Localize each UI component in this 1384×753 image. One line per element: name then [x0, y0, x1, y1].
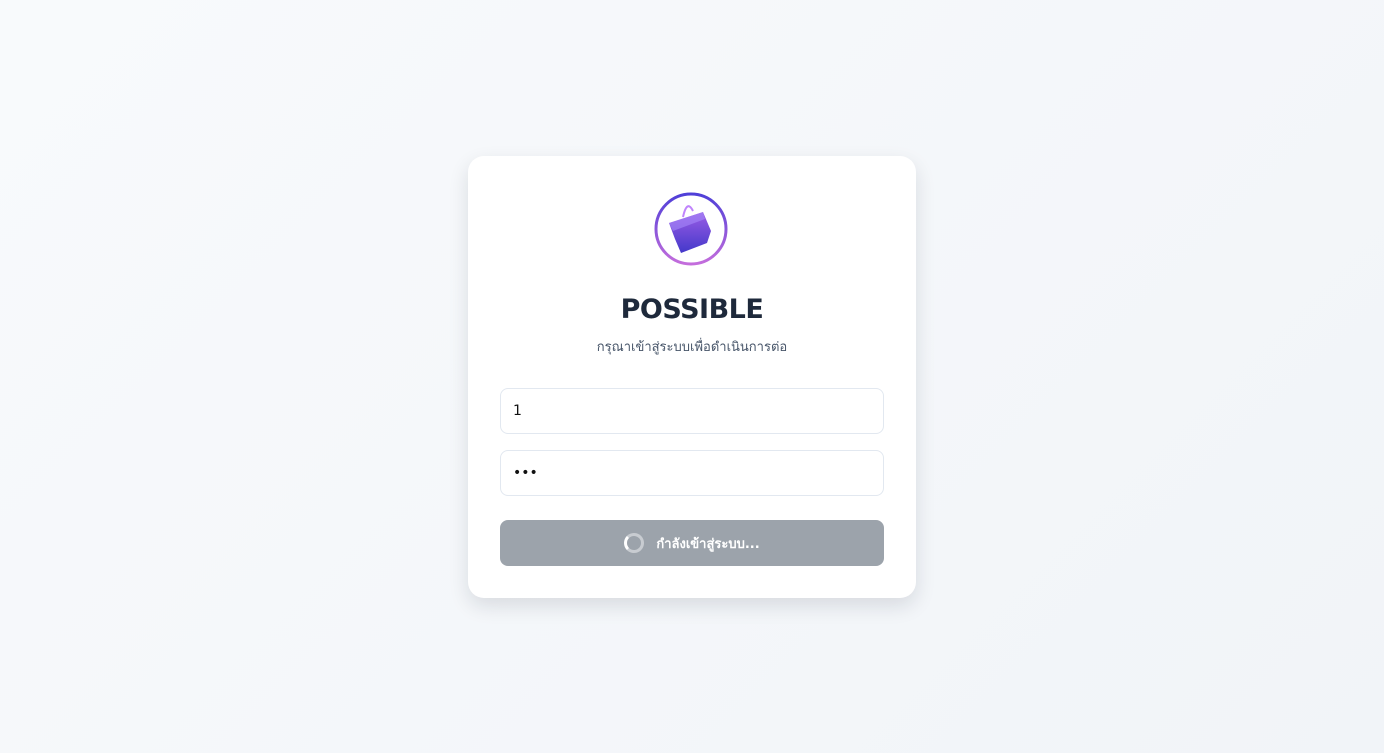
- login-button-label: กำลังเข้าสู่ระบบ...: [656, 536, 760, 552]
- login-card: POSSIBLE กรุณาเข้าสู่ระบบเพื่อดำเนินการต…: [468, 156, 916, 598]
- loading-spinner-icon: [624, 533, 645, 553]
- username-input[interactable]: [500, 388, 884, 434]
- login-button[interactable]: กำลังเข้าสู่ระบบ...: [500, 520, 884, 566]
- app-title: POSSIBLE: [620, 294, 764, 325]
- password-input[interactable]: [500, 450, 884, 496]
- login-subtitle: กรุณาเข้าสู่ระบบเพื่อดำเนินการต่อ: [596, 340, 788, 355]
- shopping-bag-logo-icon: [653, 191, 729, 267]
